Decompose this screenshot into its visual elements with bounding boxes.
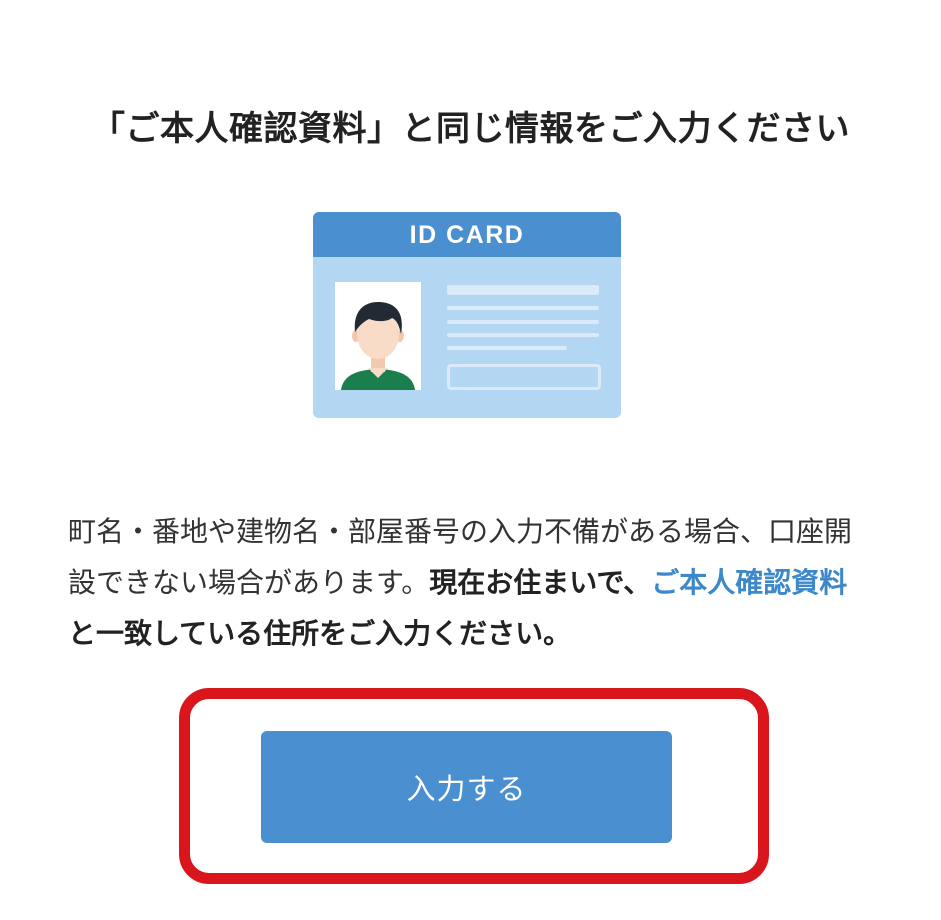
id-photo-person-icon	[335, 282, 421, 390]
id-card-illustration: ID CARD	[313, 212, 621, 418]
id-card-line	[447, 346, 567, 350]
notice-emphasis-end: と一致している住所をご入力ください。	[68, 617, 572, 650]
page-title: 「ご本人確認資料」と同じ情報をご入力ください	[91, 108, 850, 149]
notice-emphasis: 現在お住まいで、	[429, 566, 652, 599]
address-notice: 町名・番地や建物名・部屋番号の入力不備がある場合、口座開設できない場合があります…	[68, 506, 868, 659]
id-card-line	[447, 320, 599, 324]
id-card-header: ID CARD	[313, 212, 621, 257]
enter-button[interactable]: 入力する	[261, 731, 672, 843]
id-card-line	[447, 306, 599, 310]
id-card-line	[447, 285, 599, 295]
id-card-field-box	[447, 364, 601, 390]
id-card-line	[447, 333, 599, 337]
id-documents-link[interactable]: ご本人確認資料	[651, 566, 847, 599]
